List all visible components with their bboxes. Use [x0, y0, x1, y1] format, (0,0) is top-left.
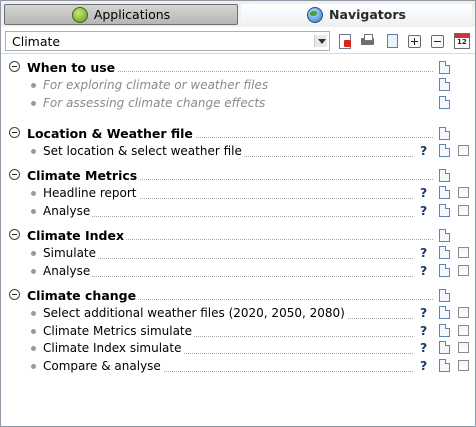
calendar-icon[interactable]: 12	[454, 33, 470, 49]
item-checkbox[interactable]	[458, 145, 469, 156]
print-icon[interactable]	[360, 33, 376, 49]
expand-all-icon[interactable]	[408, 35, 421, 48]
help-icon[interactable]: ?	[420, 263, 427, 278]
collapse-toggle-icon[interactable]	[9, 61, 20, 72]
bullet-icon	[31, 251, 36, 256]
applications-icon	[71, 6, 88, 23]
item-checkbox[interactable]	[458, 264, 469, 276]
item-doc-icon[interactable]	[439, 323, 450, 337]
tree-item-label[interactable]: Analyse	[43, 203, 93, 218]
item-doc-icon[interactable]	[439, 246, 450, 259]
collapse-toggle-icon[interactable]	[9, 127, 20, 138]
calendar-icon-text: 12	[457, 38, 467, 46]
item-doc-icon[interactable]	[439, 306, 450, 319]
collapse-all-icon[interactable]	[431, 35, 444, 48]
tab-applications-label: Applications	[93, 7, 171, 22]
bullet-icon	[31, 208, 36, 214]
bullet-icon	[31, 83, 36, 88]
tree-item-label[interactable]: Compare & analyse	[43, 358, 163, 373]
tree-item-label[interactable]: Climate Index simulate	[43, 341, 184, 355]
item-doc-icon[interactable]	[439, 78, 450, 91]
bullet-icon	[31, 328, 36, 334]
help-icon[interactable]: ?	[420, 185, 427, 200]
tab-navigators-label: Navigators	[329, 7, 406, 22]
tree-item-label[interactable]: Simulate	[43, 246, 99, 260]
item-doc-icon[interactable]	[439, 341, 450, 354]
collapse-toggle-icon[interactable]	[9, 289, 20, 300]
bullet-icon	[31, 311, 36, 316]
leader-dots	[43, 275, 413, 277]
section-doc-icon[interactable]	[439, 61, 450, 74]
navigator-select-value: Climate	[12, 34, 61, 49]
globe-icon	[307, 6, 324, 23]
item-checkbox[interactable]	[458, 324, 469, 336]
item-checkbox[interactable]	[458, 342, 469, 353]
help-icon[interactable]: ?	[420, 358, 427, 373]
bullet-icon	[31, 363, 36, 369]
tree-item-label[interactable]: Analyse	[43, 263, 93, 278]
section-title[interactable]: Location & Weather file	[27, 126, 195, 141]
section-title[interactable]: Climate Metrics	[27, 168, 140, 183]
help-icon[interactable]: ?	[420, 340, 427, 355]
help-icon[interactable]: ?	[420, 305, 427, 320]
navigator-panel: Applications Navigators Climate 12 When …	[0, 0, 476, 427]
help-icon[interactable]: ?	[420, 245, 427, 260]
section-doc-icon[interactable]	[439, 127, 450, 140]
leader-dots	[43, 215, 413, 217]
item-checkbox[interactable]	[458, 307, 469, 318]
leader-dots	[43, 258, 413, 259]
export-icon[interactable]	[337, 33, 353, 49]
panel-footer	[1, 414, 475, 426]
section-title[interactable]: Climate change	[27, 288, 139, 303]
bullet-icon	[31, 346, 36, 351]
tree-item-label[interactable]: Select additional weather files (2020, 2…	[43, 306, 347, 320]
navigator-toolbar: Climate 12	[1, 29, 475, 54]
tree-item-label: For exploring climate or weather files	[43, 78, 271, 92]
collapse-toggle-icon[interactable]	[9, 229, 20, 240]
section-doc-icon[interactable]	[439, 229, 450, 242]
item-doc-icon[interactable]	[439, 144, 450, 157]
page-icon[interactable]	[384, 33, 400, 49]
bullet-icon	[31, 149, 36, 154]
item-doc-icon[interactable]	[439, 203, 450, 217]
item-checkbox[interactable]	[458, 204, 469, 216]
bullet-icon	[31, 100, 36, 106]
item-checkbox[interactable]	[458, 187, 469, 198]
help-icon[interactable]: ?	[420, 143, 427, 158]
navigator-select[interactable]: Climate	[5, 31, 330, 51]
chevron-down-icon[interactable]	[314, 35, 327, 47]
section-title[interactable]: Climate Index	[27, 228, 127, 243]
panel-tabs: Applications Navigators	[1, 1, 475, 27]
collapse-toggle-icon[interactable]	[9, 169, 20, 180]
section-title[interactable]: When to use	[27, 60, 118, 75]
tree-item-label[interactable]: Climate Metrics simulate	[43, 323, 195, 338]
item-checkbox[interactable]	[458, 247, 469, 258]
item-checkbox[interactable]	[458, 359, 469, 371]
help-icon[interactable]: ?	[420, 323, 427, 338]
item-doc-icon[interactable]	[439, 95, 450, 109]
tree-item-label[interactable]: Set location & select weather file	[43, 144, 244, 158]
bullet-icon	[31, 191, 36, 196]
item-doc-icon[interactable]	[439, 263, 450, 277]
help-icon[interactable]: ?	[420, 203, 427, 218]
item-doc-icon[interactable]	[439, 186, 450, 199]
item-doc-icon[interactable]	[439, 358, 450, 372]
bullet-icon	[31, 268, 36, 274]
section-doc-icon[interactable]	[439, 289, 450, 302]
tree-item-label[interactable]: Headline report	[43, 186, 139, 200]
tab-navigators[interactable]: Navigators	[241, 4, 472, 25]
tree-item-label: For assessing climate change effects	[43, 95, 268, 110]
section-doc-icon[interactable]	[439, 169, 450, 182]
tab-applications[interactable]: Applications	[4, 4, 238, 25]
